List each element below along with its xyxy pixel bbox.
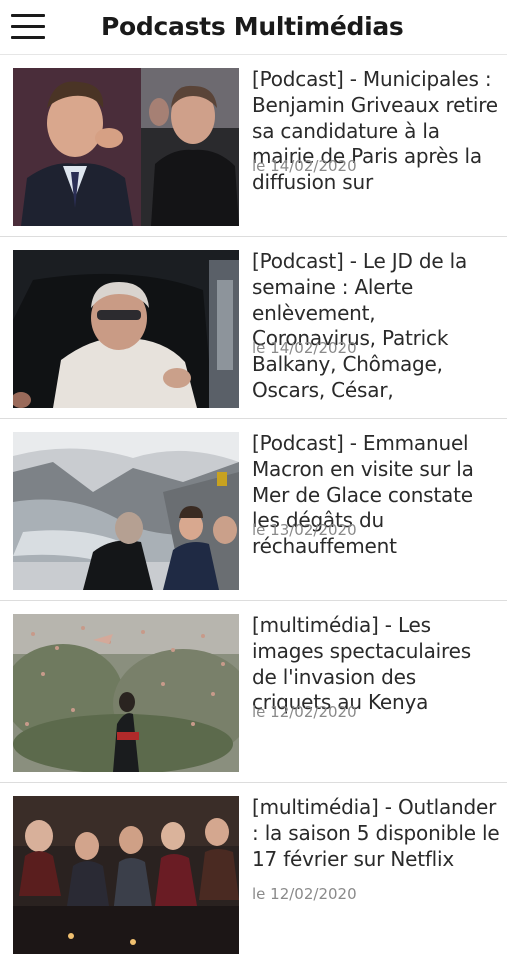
page-title: Podcasts Multimédias [101,12,404,41]
article-thumbnail [13,250,239,408]
article-date: le 12/02/2020 [252,885,357,903]
list-item[interactable]: [Podcast] - Municipales : Benjamin Grive… [0,55,507,237]
article-thumbnail [13,796,239,954]
hamburger-menu-icon[interactable] [11,14,45,40]
article-title: [Podcast] - Le JD de la semaine : Alerte… [252,249,468,402]
list-item[interactable]: [multimédia] - Outlander : la saison 5 d… [0,783,507,965]
article-thumbnail [13,68,239,226]
article-date: le 12/02/2020 [252,703,357,721]
article-thumbnail [13,614,239,772]
article-thumbnail [13,432,239,590]
list-item[interactable]: [multimédia] - Les images spectaculaires… [0,601,507,783]
article-list: [Podcast] - Municipales : Benjamin Grive… [0,55,507,965]
list-item[interactable]: [Podcast] - Emmanuel Macron en visite su… [0,419,507,601]
article-title: [Podcast] - Emmanuel Macron en visite su… [252,431,474,559]
article-date: le 14/02/2020 [252,339,357,357]
article-title: [multimédia] - Les images spectaculaires… [252,613,471,715]
article-title: [multimédia] - Outlander : la saison 5 d… [252,795,500,871]
app-bar: Podcasts Multimédias [0,0,507,55]
article-date: le 13/02/2020 [252,521,357,539]
list-item[interactable]: [Podcast] - Le JD de la semaine : Alerte… [0,237,507,419]
article-date: le 14/02/2020 [252,157,357,175]
article-title: [Podcast] - Municipales : Benjamin Grive… [252,67,498,195]
